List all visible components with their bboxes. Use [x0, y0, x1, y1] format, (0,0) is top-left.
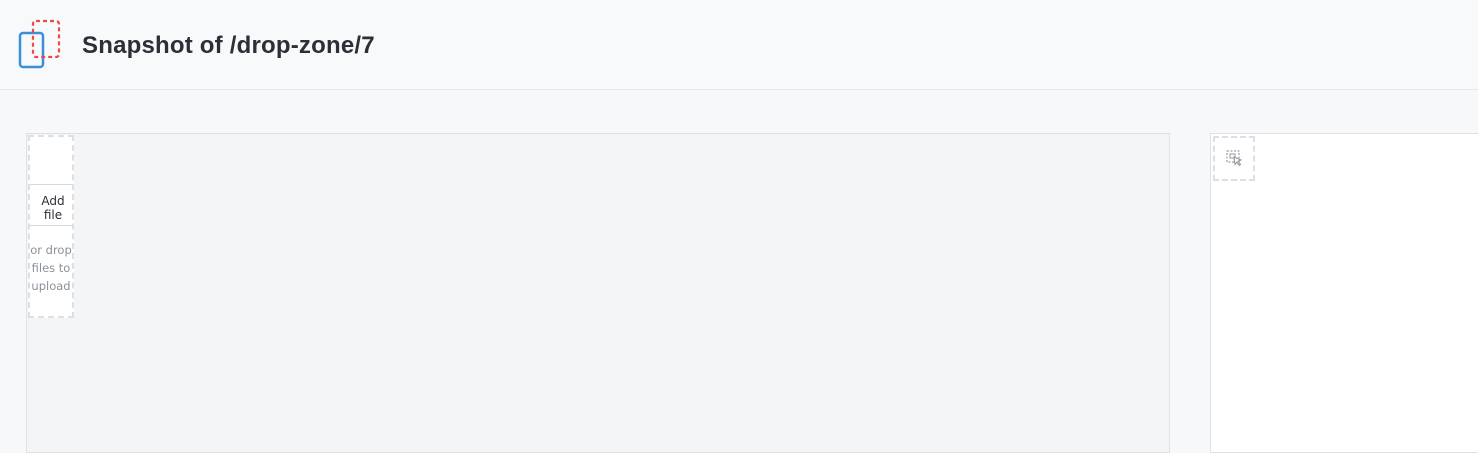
page-title: Snapshot of /drop-zone/7: [82, 32, 375, 59]
selection-cursor-icon: [1226, 150, 1243, 167]
drop-hint-text: or drop files to upload: [30, 243, 72, 293]
selection-tool-button[interactable]: [1213, 136, 1255, 181]
file-dropzone[interactable]: Add file or drop files to upload: [28, 135, 74, 318]
snapshot-logo-icon: [17, 18, 67, 70]
preview-panel: [1210, 133, 1478, 453]
main-content: Add file or drop files to upload: [0, 91, 1478, 453]
drop-zone-panel: Add file or drop files to upload: [26, 133, 1170, 453]
header-bar: Snapshot of /drop-zone/7: [0, 0, 1478, 90]
add-file-button[interactable]: Add file: [30, 184, 72, 226]
